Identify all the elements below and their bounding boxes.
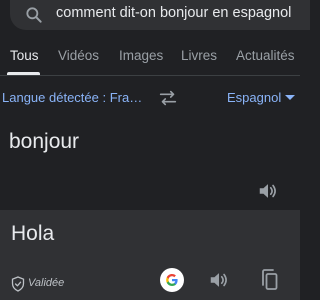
- verified-label: Validée: [28, 277, 65, 289]
- copy-icon[interactable]: [258, 268, 280, 292]
- speaker-icon[interactable]: [257, 180, 279, 202]
- tab-videos[interactable]: Vidéos: [58, 48, 99, 63]
- swap-languages-icon[interactable]: [157, 87, 179, 109]
- search-bar[interactable]: comment dit-on bonjour en espagnol: [10, 0, 310, 30]
- search-tabs: Tous Vidéos Images Livres Actualités: [0, 46, 300, 76]
- language-selector-row: Langue détectée : Fra… Espagnol: [0, 76, 300, 120]
- speaker-icon[interactable]: [208, 269, 230, 291]
- chevron-down-icon[interactable]: [284, 94, 296, 102]
- target-language-selector[interactable]: Espagnol: [227, 90, 281, 105]
- search-query[interactable]: comment dit-on bonjour en espagnol: [56, 5, 296, 21]
- google-icon[interactable]: [160, 268, 184, 292]
- source-language-selector[interactable]: Langue détectée : Fra…: [2, 90, 142, 105]
- source-text[interactable]: bonjour: [9, 130, 79, 154]
- tab-images[interactable]: Images: [119, 48, 163, 63]
- shield-check-icon: [11, 276, 25, 292]
- tab-news[interactable]: Actualités: [236, 48, 295, 63]
- search-icon[interactable]: [24, 5, 44, 25]
- tab-books[interactable]: Livres: [181, 48, 217, 63]
- active-tab-indicator: [7, 72, 40, 75]
- translation-panel: Hola Validée: [0, 210, 300, 300]
- source-text-panel: bonjour: [0, 120, 300, 210]
- tab-all[interactable]: Tous: [10, 48, 39, 63]
- translated-text: Hola: [11, 222, 55, 245]
